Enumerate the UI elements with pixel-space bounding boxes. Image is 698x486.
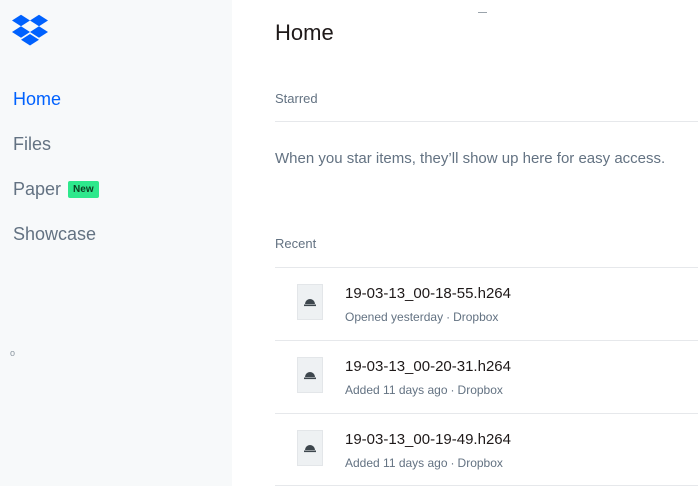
file-location[interactable]: Dropbox xyxy=(458,383,503,397)
main-content: Home Starred When you star items, they’l… xyxy=(275,0,698,486)
starred-empty-message: When you star items, they’ll show up her… xyxy=(275,150,666,167)
recent-section-label: Recent xyxy=(275,236,317,251)
sidebar-stray-mark: o xyxy=(10,348,16,358)
sidebar-item-label: Paper xyxy=(13,179,62,199)
file-location[interactable]: Dropbox xyxy=(453,310,498,324)
file-activity: Opened yesterday xyxy=(345,310,444,324)
file-location[interactable]: Dropbox xyxy=(458,456,503,470)
page-title: Home xyxy=(275,20,334,45)
file-meta: Added 11 days ago · Dropbox xyxy=(345,383,503,397)
sidebar-item-label: Showcase xyxy=(13,224,97,244)
file-activity: Added 11 days ago xyxy=(345,383,448,397)
file-name[interactable]: 19-03-13_00-18-55.h264 xyxy=(345,285,511,302)
starred-section-label: Starred xyxy=(275,91,318,106)
file-name[interactable]: 19-03-13_00-20-31.h264 xyxy=(345,358,511,375)
sidebar: Home Files Paper New Showcase o xyxy=(0,0,232,486)
recent-file-row[interactable]: 19-03-13_00-20-31.h264 Added 11 days ago… xyxy=(275,341,698,413)
starred-divider xyxy=(275,121,698,122)
recent-file-row[interactable]: 19-03-13_00-19-49.h264 Added 11 days ago… xyxy=(275,414,698,486)
sidebar-item-files[interactable]: Files xyxy=(13,131,99,176)
recent-file-row[interactable]: 19-03-13_00-18-55.h264 Opened yesterday ·… xyxy=(275,268,698,340)
file-meta: Opened yesterday · Dropbox xyxy=(345,310,499,324)
sidebar-item-home[interactable]: Home xyxy=(13,86,99,131)
sidebar-item-showcase[interactable]: Showcase xyxy=(13,221,99,266)
video-file-icon xyxy=(297,430,323,466)
file-activity: Added 11 days ago xyxy=(345,456,448,470)
dropbox-logo-icon[interactable] xyxy=(12,14,48,46)
sidebar-item-label: Files xyxy=(13,134,52,154)
sidebar-nav: Home Files Paper New Showcase xyxy=(13,86,99,266)
file-name[interactable]: 19-03-13_00-19-49.h264 xyxy=(345,431,511,448)
video-file-icon xyxy=(297,357,323,393)
sidebar-item-label: Home xyxy=(13,89,62,109)
file-meta: Added 11 days ago · Dropbox xyxy=(345,456,503,470)
video-file-icon xyxy=(297,284,323,320)
sidebar-item-paper[interactable]: Paper New xyxy=(13,176,99,221)
new-badge: New xyxy=(68,181,99,198)
